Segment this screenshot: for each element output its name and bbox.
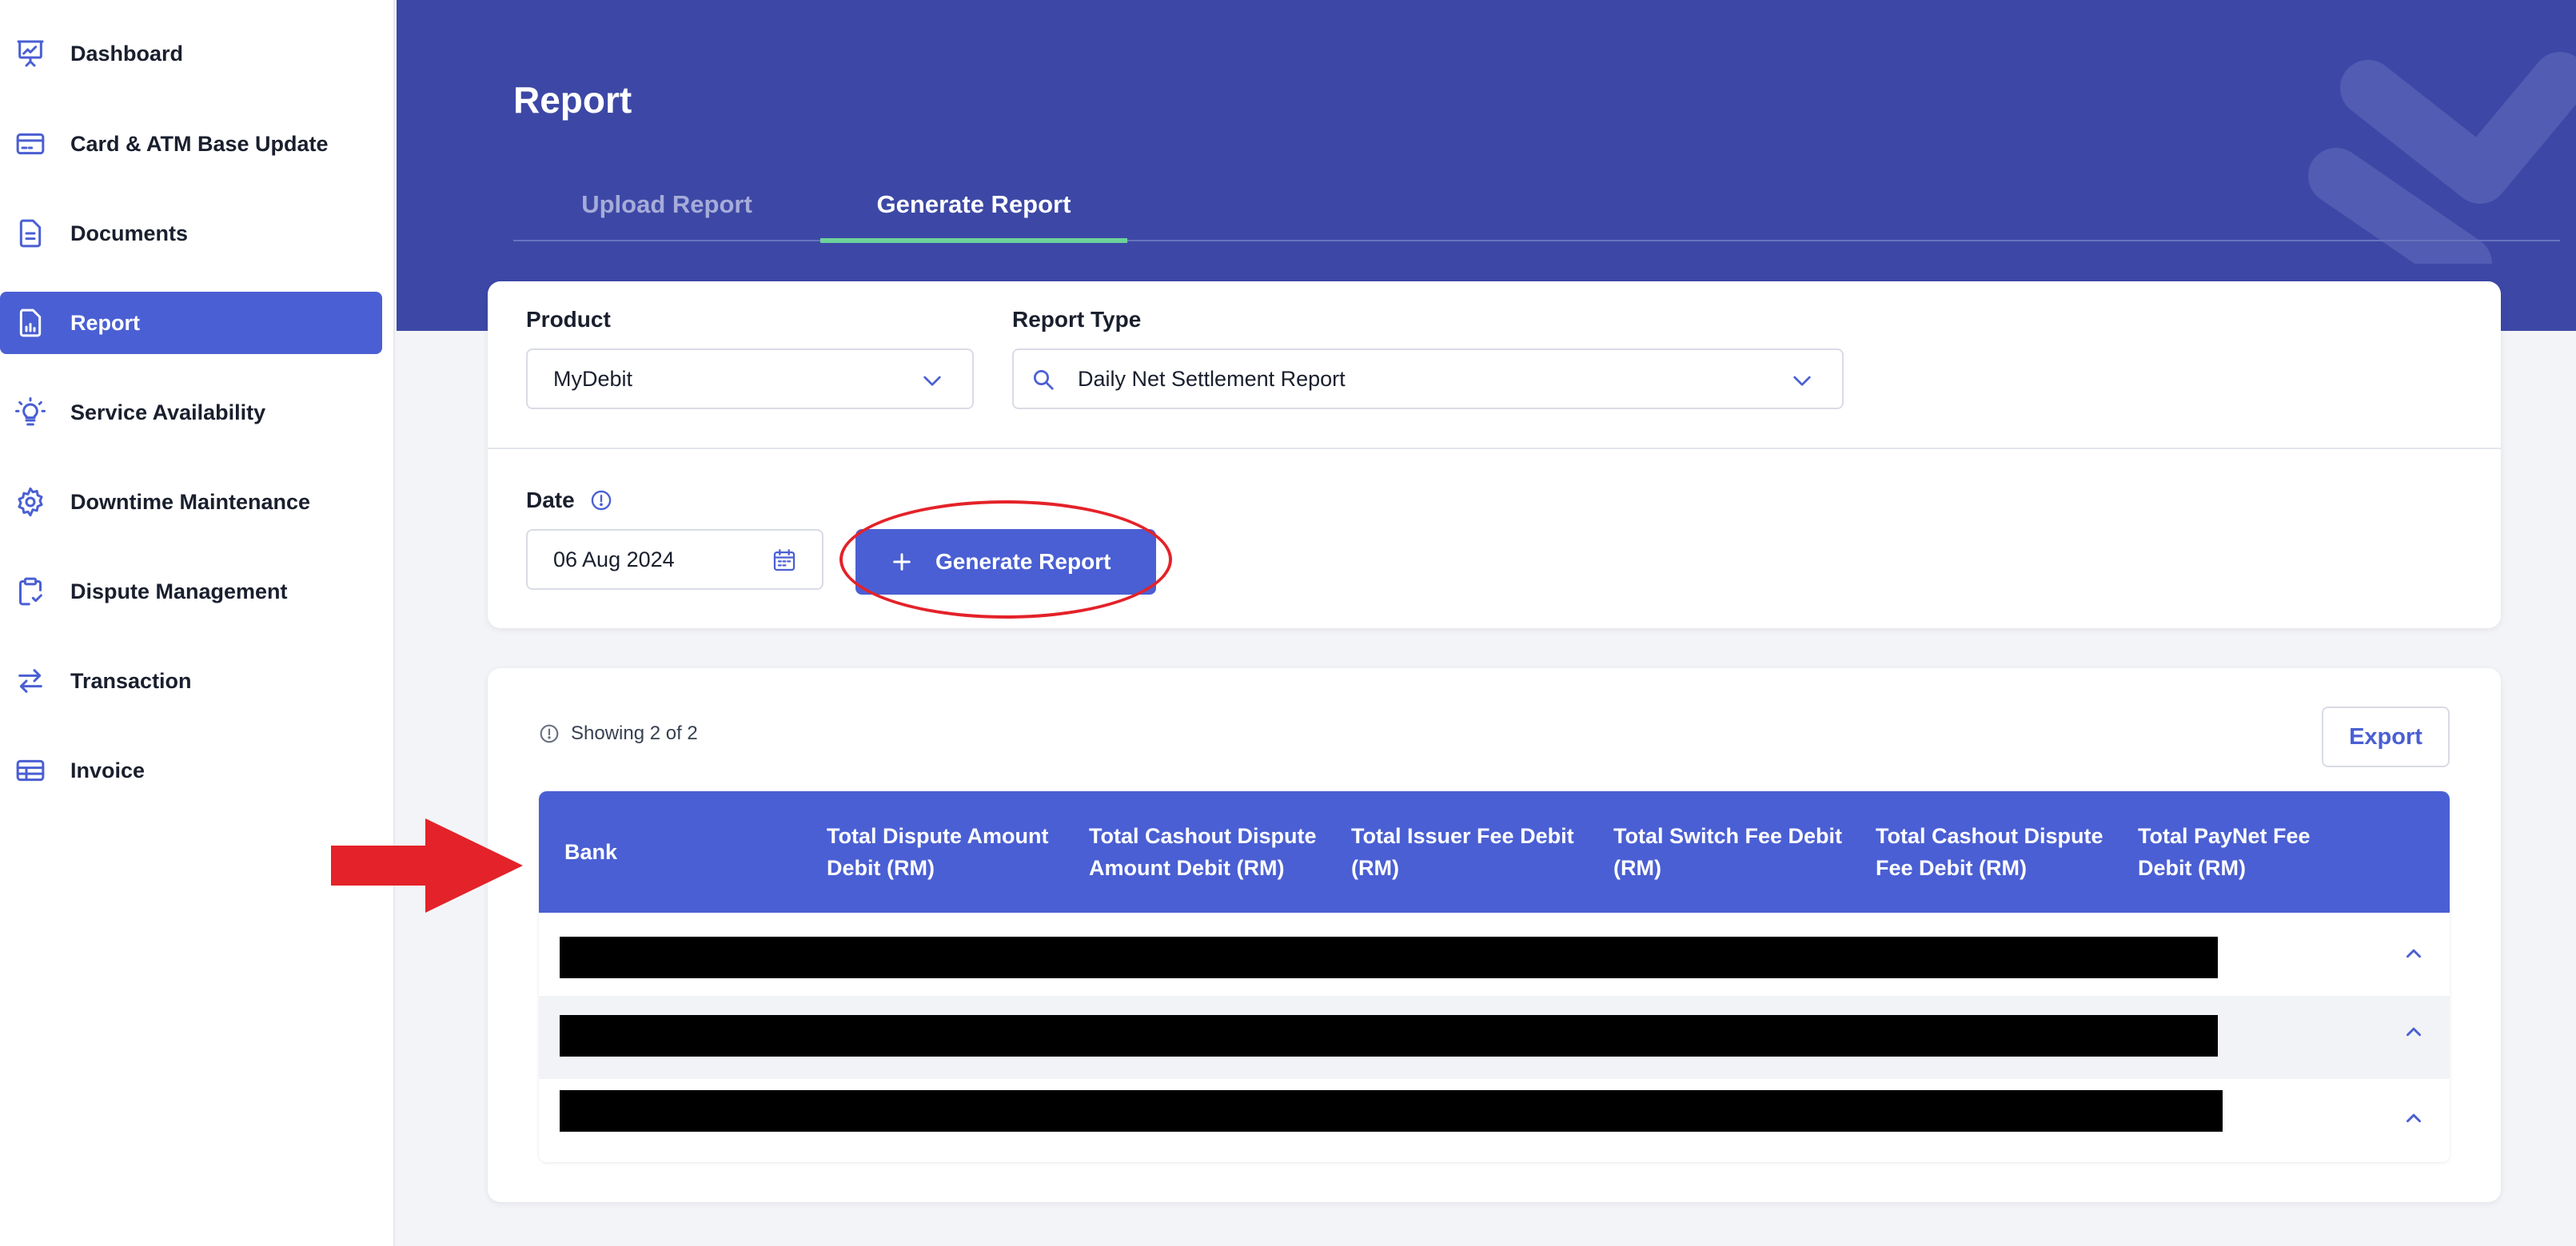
redacted-row-content (560, 1015, 2218, 1057)
report-tabs: Upload Report Generate Report (513, 168, 2560, 243)
sidebar-item-dashboard[interactable]: Dashboard (0, 22, 382, 85)
product-select[interactable]: MyDebit (526, 348, 974, 409)
date-label: Date (526, 488, 575, 512)
column-header-total-switch-fee[interactable]: Total Switch Fee Debit (RM) (1613, 791, 1845, 913)
column-header-total-dispute-amount[interactable]: Total Dispute Amount Debit (RM) (827, 791, 1059, 913)
chevron-down-icon (919, 368, 945, 393)
date-picker[interactable]: 06 Aug 2024 (526, 529, 823, 590)
sidebar-item-transaction[interactable]: Transaction (0, 650, 382, 712)
sidebar: Dashboard Card & ATM Base Update Documen… (0, 0, 395, 1246)
sidebar-item-label: Service Availability (70, 400, 266, 424)
column-header-bank[interactable]: Bank (564, 791, 796, 913)
lightbulb-icon (14, 396, 46, 428)
report-type-label: Report Type (1012, 307, 1142, 332)
sidebar-item-label: Dashboard (70, 42, 184, 66)
table-row[interactable] (539, 1079, 2450, 1162)
column-header-total-cashout-dispute-amount[interactable]: Total Cashout Dispute Amount Debit (RM) (1089, 791, 1321, 913)
tab-upload-report[interactable]: Upload Report (513, 168, 820, 241)
table-header: Bank Total Dispute Amount Debit (RM) Tot… (539, 791, 2450, 913)
sidebar-item-label: Card & ATM Base Update (70, 132, 329, 156)
table-row[interactable] (539, 913, 2450, 996)
column-header-total-paynet-fee[interactable]: Total PayNet Fee Debit (RM) (2138, 791, 2370, 913)
sidebar-item-report[interactable]: Report (0, 292, 382, 354)
info-icon (539, 723, 560, 744)
sidebar-item-downtime-maintenance[interactable]: Downtime Maintenance (0, 471, 382, 533)
report-type-value: Daily Net Settlement Report (1078, 367, 1346, 391)
column-header-total-cashout-dispute-fee[interactable]: Total Cashout Dispute Fee Debit (RM) (1876, 791, 2107, 913)
chevron-up-icon[interactable] (2402, 1020, 2426, 1044)
showing-text: Showing 2 of 2 (571, 723, 698, 744)
report-filter-card: Product MyDebit Report Type Daily Net Se… (488, 281, 2501, 628)
result-count: Showing 2 of 2 (539, 723, 698, 745)
redacted-row-content (560, 937, 2218, 978)
table-row[interactable] (539, 996, 2450, 1079)
date-value: 06 Aug 2024 (553, 547, 675, 571)
report-results-card: Showing 2 of 2 Export Bank Total Dispute… (488, 668, 2501, 1202)
gear-icon (14, 486, 46, 518)
presentation-chart-icon (14, 38, 46, 70)
tab-generate-report[interactable]: Generate Report (820, 168, 1127, 243)
chevron-up-icon[interactable] (2402, 941, 2426, 965)
annotation-highlight-ellipse (839, 500, 1172, 619)
section-divider (488, 448, 2501, 449)
arrows-exchange-icon (14, 665, 46, 697)
info-icon[interactable] (590, 489, 612, 512)
product-label: Product (526, 307, 611, 332)
redacted-row-content (560, 1090, 2223, 1132)
credit-card-icon (14, 128, 46, 160)
sidebar-item-dispute-management[interactable]: Dispute Management (0, 560, 382, 623)
product-value: MyDebit (553, 367, 633, 391)
search-icon (1031, 368, 1055, 392)
clipboard-icon (14, 575, 46, 607)
calendar-icon[interactable] (771, 547, 798, 574)
sidebar-item-service-availability[interactable]: Service Availability (0, 381, 382, 444)
sidebar-item-label: Dispute Management (70, 579, 288, 603)
page-title: Report (513, 79, 632, 121)
invoice-table-icon (14, 754, 46, 786)
column-header-total-issuer-fee[interactable]: Total Issuer Fee Debit (RM) (1351, 791, 1583, 913)
report-type-select[interactable]: Daily Net Settlement Report (1012, 348, 1844, 409)
sidebar-item-card-atm-base-update[interactable]: Card & ATM Base Update (0, 113, 382, 175)
sidebar-item-label: Documents (70, 221, 189, 245)
sidebar-item-invoice[interactable]: Invoice (0, 739, 382, 802)
document-icon (14, 217, 46, 249)
sidebar-item-label: Invoice (70, 758, 146, 782)
annotation-arrow (331, 818, 523, 913)
export-button[interactable]: Export (2322, 707, 2450, 767)
report-table: Bank Total Dispute Amount Debit (RM) Tot… (539, 791, 2450, 1162)
chevron-down-icon (1789, 368, 1815, 393)
report-chart-icon (14, 307, 46, 339)
sidebar-item-label: Downtime Maintenance (70, 490, 311, 514)
sidebar-item-label: Transaction (70, 669, 192, 693)
chevron-up-icon[interactable] (2402, 1106, 2426, 1130)
sidebar-item-documents[interactable]: Documents (0, 202, 382, 265)
sidebar-item-label: Report (70, 311, 140, 335)
